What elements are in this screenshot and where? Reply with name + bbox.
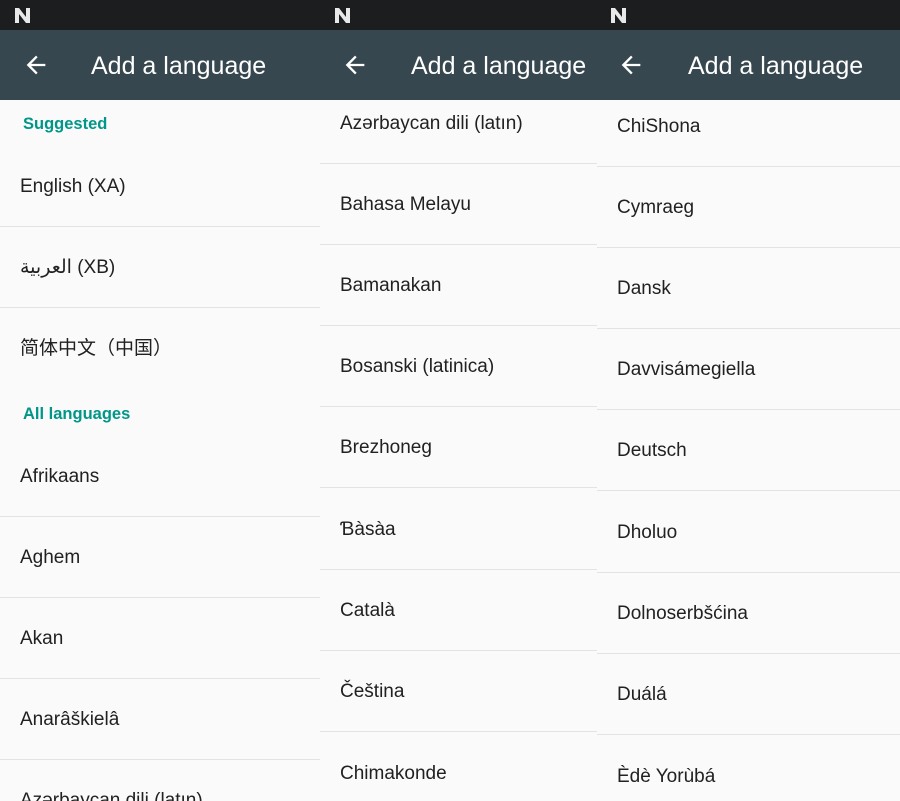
status-bar — [320, 0, 597, 30]
android-n-icon — [335, 8, 350, 23]
section-header-all-languages: All languages — [23, 405, 131, 423]
arrow-back-icon[interactable] — [341, 51, 369, 79]
language-row[interactable]: Dholuo — [597, 493, 900, 573]
language-row[interactable]: 简体中文（中国） — [0, 309, 320, 389]
language-row[interactable]: Dansk — [597, 249, 900, 329]
language-row[interactable]: Ɓàsàa — [320, 490, 597, 570]
language-row[interactable]: Bamanakan — [320, 246, 597, 326]
language-label: Ɓàsàa — [340, 519, 396, 540]
language-label: Bosanski (latinica) — [340, 356, 495, 377]
page-title: Add a language — [91, 52, 267, 80]
language-row[interactable]: Deutsch — [597, 411, 900, 491]
status-bar — [597, 0, 900, 30]
language-label: Akan — [20, 628, 64, 649]
language-label: Brezhoneg — [340, 437, 432, 458]
language-label: Duálá — [617, 684, 667, 705]
language-row[interactable]: Aghem — [0, 518, 320, 598]
language-row[interactable]: Èdè Yorùbá — [597, 737, 900, 801]
language-label: Chimakonde — [340, 763, 447, 784]
language-label: Bamanakan — [340, 275, 442, 296]
language-label: ChiShona — [617, 116, 701, 137]
language-row[interactable]: Bosanski (latinica) — [320, 327, 597, 407]
language-row[interactable]: العربية (XB) — [0, 228, 320, 308]
language-row[interactable]: Akan — [0, 599, 320, 679]
language-label: Bahasa Melayu — [340, 194, 471, 215]
page-title: Add a language — [411, 52, 587, 80]
page-title: Add a language — [688, 52, 864, 80]
language-label: Cymraeg — [617, 197, 695, 218]
screen-panel-2: Add a language Azərbaycan dili (latın) B… — [320, 0, 597, 801]
language-row[interactable]: English (XA) — [0, 147, 320, 227]
language-label: Català — [340, 600, 395, 621]
android-n-icon — [15, 8, 30, 23]
screen-panel-1: Add a language Suggested English (XA) ال… — [0, 0, 320, 801]
language-row[interactable]: Davvisámegiella — [597, 330, 900, 410]
arrow-back-icon[interactable] — [22, 51, 50, 79]
language-label: Deutsch — [617, 440, 687, 461]
language-label: Afrikaans — [20, 466, 100, 487]
app-bar: Add a language — [0, 30, 320, 100]
language-row[interactable]: Čeština — [320, 652, 597, 732]
language-label: Čeština — [340, 681, 405, 702]
screen-panel-3: Add a language ChiShona Cymraeg Dansk Da… — [597, 0, 900, 801]
language-label: Dholuo — [617, 522, 678, 543]
language-row[interactable]: Azərbaycan dili (latın) — [0, 761, 320, 801]
language-row[interactable]: Cymraeg — [597, 168, 900, 248]
language-row[interactable]: Chimakonde — [320, 734, 597, 801]
language-label: Aghem — [20, 547, 81, 568]
language-label: Èdè Yorùbá — [617, 766, 716, 787]
language-label: 简体中文（中国） — [20, 338, 173, 359]
language-label: Dansk — [617, 278, 671, 299]
section-header-suggested: Suggested — [23, 115, 108, 133]
language-row[interactable]: Català — [320, 571, 597, 651]
language-label: Azərbaycan dili (latın) — [340, 113, 523, 134]
language-row[interactable]: Dolnoserbšćina — [597, 574, 900, 654]
language-row[interactable]: Azərbaycan dili (latın) — [320, 84, 597, 164]
language-row[interactable]: Afrikaans — [0, 437, 320, 517]
language-row[interactable]: ChiShona — [597, 87, 900, 167]
language-label: English (XA) — [20, 176, 126, 197]
language-row[interactable]: Duálá — [597, 655, 900, 735]
arrow-back-icon[interactable] — [617, 51, 645, 79]
language-label: Azərbaycan dili (latın) — [20, 790, 203, 801]
language-row[interactable]: Anarâškielâ — [0, 680, 320, 760]
language-label: العربية (XB) — [20, 257, 116, 278]
language-label: Davvisámegiella — [617, 359, 756, 380]
language-label: Anarâškielâ — [20, 709, 120, 730]
language-row[interactable]: Brezhoneg — [320, 408, 597, 488]
android-n-icon — [611, 8, 626, 23]
language-row[interactable]: Bahasa Melayu — [320, 165, 597, 245]
status-bar — [0, 0, 320, 30]
language-label: Dolnoserbšćina — [617, 603, 748, 624]
